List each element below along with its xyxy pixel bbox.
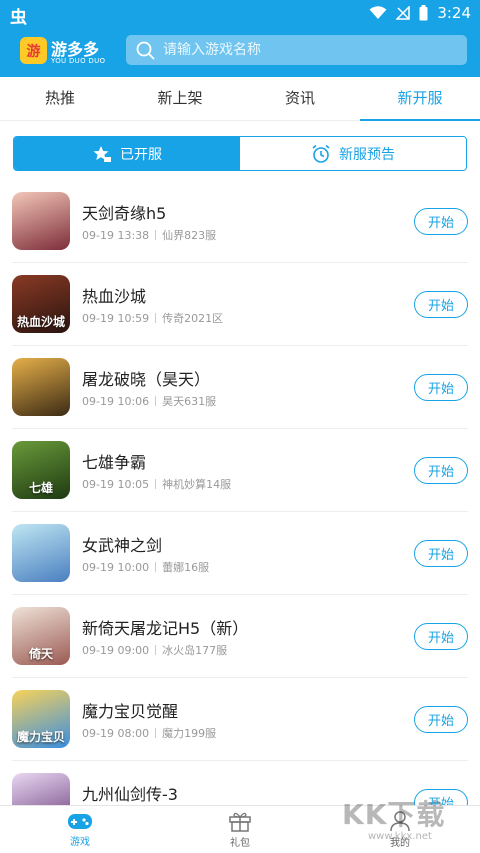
server-name: 传奇2021区 xyxy=(162,312,224,325)
game-icon-label: 魔力宝贝 xyxy=(16,730,65,744)
tab-new-release[interactable]: 新上架 xyxy=(120,77,240,120)
game-icon[interactable]: 魔力宝贝 xyxy=(12,690,70,748)
game-name: 女武神之剑 xyxy=(82,536,163,555)
meta-divider xyxy=(155,396,157,406)
meta-divider xyxy=(155,562,157,572)
wifi-icon xyxy=(369,6,387,19)
server-list-item[interactable]: 屠龙破晓（昊天） 09-19 10:06 昊天631服 开始 xyxy=(12,346,468,429)
nav-games[interactable]: 游戏 xyxy=(0,806,160,853)
server-meta: 09-19 10:59 传奇2021区 xyxy=(82,310,223,326)
open-time: 09-19 09:00 xyxy=(82,644,150,657)
server-list: 天剑奇缘h5 09-19 13:38 仙界823服 开始 热血沙城 热血沙城 09-19 1… xyxy=(0,180,480,844)
game-icon[interactable]: 热血沙城 xyxy=(12,275,70,333)
search-icon xyxy=(136,41,155,59)
main-tabs: 热推 新上架 资讯 新开服 xyxy=(0,77,480,121)
open-time: 09-19 10:05 xyxy=(82,478,150,491)
app-screen: 虫 3:24 游 游多多 YOU DUO DUO 热推 新上架 资讯 新开服 xyxy=(0,0,480,853)
logo-subtitle: YOU DUO DUO xyxy=(51,57,106,65)
watermark-subtext: www.kkx.net xyxy=(368,831,432,842)
battery-icon xyxy=(419,5,428,21)
game-icon[interactable] xyxy=(12,524,70,582)
watermark: KK下载 www.kkx.net xyxy=(342,785,452,845)
watermark-text: KK下载 xyxy=(342,798,446,831)
game-icon-label: 倚天 xyxy=(28,647,53,661)
status-icons: 3:24 xyxy=(369,4,471,22)
game-name: 屠龙破晓（昊天） xyxy=(82,370,211,389)
server-name: 仙界823服 xyxy=(162,229,217,242)
server-name: 蕾娜16服 xyxy=(162,561,210,574)
server-list-item[interactable]: 七雄 七雄争霸 09-19 10:05 神机妙算14服 开始 xyxy=(12,429,468,512)
start-button[interactable]: 开始 xyxy=(414,706,468,733)
meta-divider xyxy=(155,645,157,655)
segment-opened[interactable]: 已开服 xyxy=(14,137,240,170)
server-name: 神机妙算14服 xyxy=(162,478,232,491)
server-list-item[interactable]: 魔力宝贝 魔力宝贝觉醒 09-19 08:00 魔力199服 开始 xyxy=(12,678,468,761)
meta-divider xyxy=(155,728,157,738)
server-list-item[interactable]: 热血沙城 热血沙城 09-19 10:59 传奇2021区 开始 xyxy=(12,263,468,346)
game-icon[interactable] xyxy=(12,358,70,416)
tab-hot[interactable]: 热推 xyxy=(0,77,120,120)
server-meta: 09-19 10:06 昊天631服 xyxy=(82,393,216,409)
open-time: 09-19 08:00 xyxy=(82,727,150,740)
server-meta: 09-19 10:00 蕾娜16服 xyxy=(82,559,209,575)
top-bar: 游 游多多 YOU DUO DUO xyxy=(0,28,480,77)
game-icon-label: 七雄 xyxy=(28,481,53,495)
server-meta: 09-19 08:00 魔力199服 xyxy=(82,725,216,741)
game-name: 新倚天屠龙记H5（新） xyxy=(82,619,249,638)
nav-games-label: 游戏 xyxy=(70,837,90,848)
open-time: 09-19 10:06 xyxy=(82,395,150,408)
game-name: 魔力宝贝觉醒 xyxy=(82,702,179,721)
game-icon[interactable]: 七雄 xyxy=(12,441,70,499)
signal-off-icon xyxy=(396,6,411,20)
meta-divider xyxy=(155,479,157,489)
game-name: 七雄争霸 xyxy=(82,453,147,472)
app-logo[interactable]: 游 游多多 YOU DUO DUO xyxy=(20,36,120,68)
game-name: 热血沙城 xyxy=(82,287,147,306)
game-name: 九州仙剑传-3 xyxy=(82,785,178,804)
nav-gifts-label: 礼包 xyxy=(230,838,250,849)
game-icon[interactable]: 倚天 xyxy=(12,607,70,665)
server-meta: 09-19 10:05 神机妙算14服 xyxy=(82,476,231,492)
game-icon[interactable] xyxy=(12,192,70,250)
open-time: 09-19 10:59 xyxy=(82,312,150,325)
server-name: 昊天631服 xyxy=(162,395,217,408)
tab-new-servers[interactable]: 新开服 xyxy=(360,77,480,121)
search-bar[interactable] xyxy=(126,35,467,65)
start-button[interactable]: 开始 xyxy=(414,208,468,235)
game-icon-label: 热血沙城 xyxy=(16,315,65,329)
game-name: 天剑奇缘h5 xyxy=(82,204,167,223)
server-name: 魔力199服 xyxy=(162,727,217,740)
start-button[interactable]: 开始 xyxy=(414,374,468,401)
start-button[interactable]: 开始 xyxy=(414,623,468,650)
nav-gifts[interactable]: 礼包 xyxy=(160,806,320,853)
server-list-item[interactable]: 倚天 新倚天屠龙记H5（新） 09-19 09:00 冰火岛177服 开始 xyxy=(12,595,468,678)
logo-mark: 游 xyxy=(20,37,47,64)
app-notification-icon: 虫 xyxy=(10,8,27,28)
server-list-item[interactable]: 天剑奇缘h5 09-19 13:38 仙界823服 开始 xyxy=(12,180,468,263)
gamepad-icon xyxy=(68,814,92,829)
open-time: 09-19 13:38 xyxy=(82,229,150,242)
segment-preview[interactable]: 新服预告 xyxy=(240,137,466,170)
status-time: 3:24 xyxy=(437,4,471,22)
server-name: 冰火岛177服 xyxy=(162,644,228,657)
star-hand-icon xyxy=(93,145,111,162)
segment-opened-label: 已开服 xyxy=(120,146,162,163)
segment-preview-label: 新服预告 xyxy=(339,146,395,163)
meta-divider xyxy=(155,230,157,240)
status-bar: 虫 3:24 xyxy=(0,0,480,28)
start-button[interactable]: 开始 xyxy=(414,457,468,484)
server-meta: 09-19 09:00 冰火岛177服 xyxy=(82,642,227,658)
gift-icon xyxy=(229,812,251,832)
server-list-item[interactable]: 女武神之剑 09-19 10:00 蕾娜16服 开始 xyxy=(12,512,468,595)
open-time: 09-19 10:00 xyxy=(82,561,150,574)
tab-news[interactable]: 资讯 xyxy=(240,77,360,120)
server-meta: 09-19 13:38 仙界823服 xyxy=(82,227,216,243)
server-segment: 已开服 新服预告 xyxy=(13,136,467,171)
start-button[interactable]: 开始 xyxy=(414,540,468,567)
alarm-clock-icon xyxy=(312,144,330,163)
header: 虫 3:24 游 游多多 YOU DUO DUO xyxy=(0,0,480,77)
search-input[interactable] xyxy=(163,42,443,58)
start-button[interactable]: 开始 xyxy=(414,291,468,318)
meta-divider xyxy=(155,313,157,323)
